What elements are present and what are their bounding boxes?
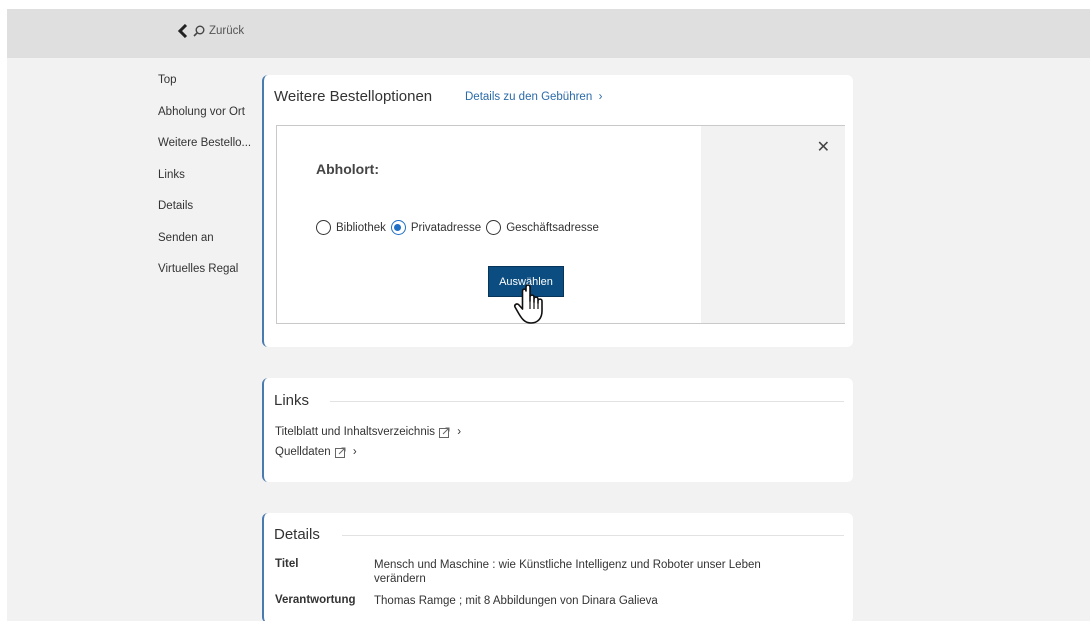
chevron-right-icon: › <box>349 446 357 458</box>
divider <box>342 535 844 536</box>
link-titelblatt[interactable]: Titelblatt und Inhaltsverzeichnis › <box>275 426 461 438</box>
chevron-left-icon <box>177 24 188 38</box>
link-label: Quelldaten <box>275 446 331 458</box>
nav-item-links[interactable]: Links <box>158 168 258 200</box>
back-label: Zurück <box>209 25 245 37</box>
order-options-title: Weitere Bestelloptionen <box>274 88 433 105</box>
details-key: Titel <box>275 558 299 570</box>
details-title: Details <box>274 526 320 543</box>
fees-details-link[interactable]: Details zu den Gebühren › <box>465 91 602 103</box>
radio-label: Bibliothek <box>336 221 386 234</box>
radio-privatadresse[interactable]: Privatadresse <box>390 220 482 235</box>
chevron-right-icon: › <box>454 426 462 438</box>
radio-circle[interactable] <box>316 220 331 235</box>
pickup-heading: Abholort: <box>316 161 379 177</box>
radio-circle-checked[interactable] <box>390 220 406 235</box>
nav-item-top[interactable]: Top <box>158 73 258 105</box>
hand-pointer-icon <box>513 284 543 324</box>
section-nav: Top Abholung vor Ort Weitere Bestello...… <box>158 73 258 294</box>
order-options-card: Weitere Bestelloptionen Details zu den G… <box>262 75 853 347</box>
nav-item-senden[interactable]: Senden an <box>158 231 258 263</box>
external-link-icon <box>439 427 450 438</box>
details-value: Thomas Ramge ; mit 8 Abbildungen von Din… <box>374 595 658 607</box>
chevron-right-icon: › <box>595 91 603 103</box>
details-row: Verantwortung Thomas Ramge ; mit 8 Abbil… <box>275 594 794 608</box>
search-icon <box>193 25 205 37</box>
close-icon[interactable]: ✕ <box>817 137 830 157</box>
top-bar: Zurück <box>7 9 1090 58</box>
nav-item-regal[interactable]: Virtuelles Regal <box>158 262 258 294</box>
pickup-radio-group: Bibliothek Privatadresse Geschäftsadress… <box>316 220 604 235</box>
details-key: Verantwortung <box>275 594 356 606</box>
nav-item-abholung[interactable]: Abholung vor Ort <box>158 105 258 137</box>
details-row: Titel Mensch und Maschine : wie Künstlic… <box>275 558 794 586</box>
radio-label: Geschäftsadresse <box>506 221 599 234</box>
divider <box>330 401 844 402</box>
radio-circle[interactable] <box>486 220 502 235</box>
links-title: Links <box>274 392 310 409</box>
details-table: Titel Mensch und Maschine : wie Künstlic… <box>275 558 794 616</box>
link-quelldaten[interactable]: Quelldaten › <box>275 446 357 458</box>
radio-bibliothek[interactable]: Bibliothek <box>316 220 386 235</box>
details-value: Mensch und Maschine : wie Künstliche Int… <box>374 559 761 585</box>
radio-label: Privatadresse <box>410 221 482 234</box>
pickup-dialog: ✕ Abholort: Bibliothek Privatadresse Ges… <box>276 125 845 324</box>
nav-item-bestelloptionen[interactable]: Weitere Bestello... <box>158 136 258 168</box>
fees-details-label: Details zu den Gebühren <box>465 91 593 103</box>
nav-item-details[interactable]: Details <box>158 199 258 231</box>
external-link-icon <box>334 447 346 458</box>
details-card: Details Titel Mensch und Maschine : wie … <box>262 513 853 621</box>
back-button[interactable]: Zurück <box>177 24 244 38</box>
links-card: Links Titelblatt und Inhaltsverzeichnis … <box>262 378 853 482</box>
radio-geschaeftsadresse[interactable]: Geschäftsadresse <box>486 220 599 235</box>
link-label: Titelblatt und Inhaltsverzeichnis <box>275 426 436 438</box>
